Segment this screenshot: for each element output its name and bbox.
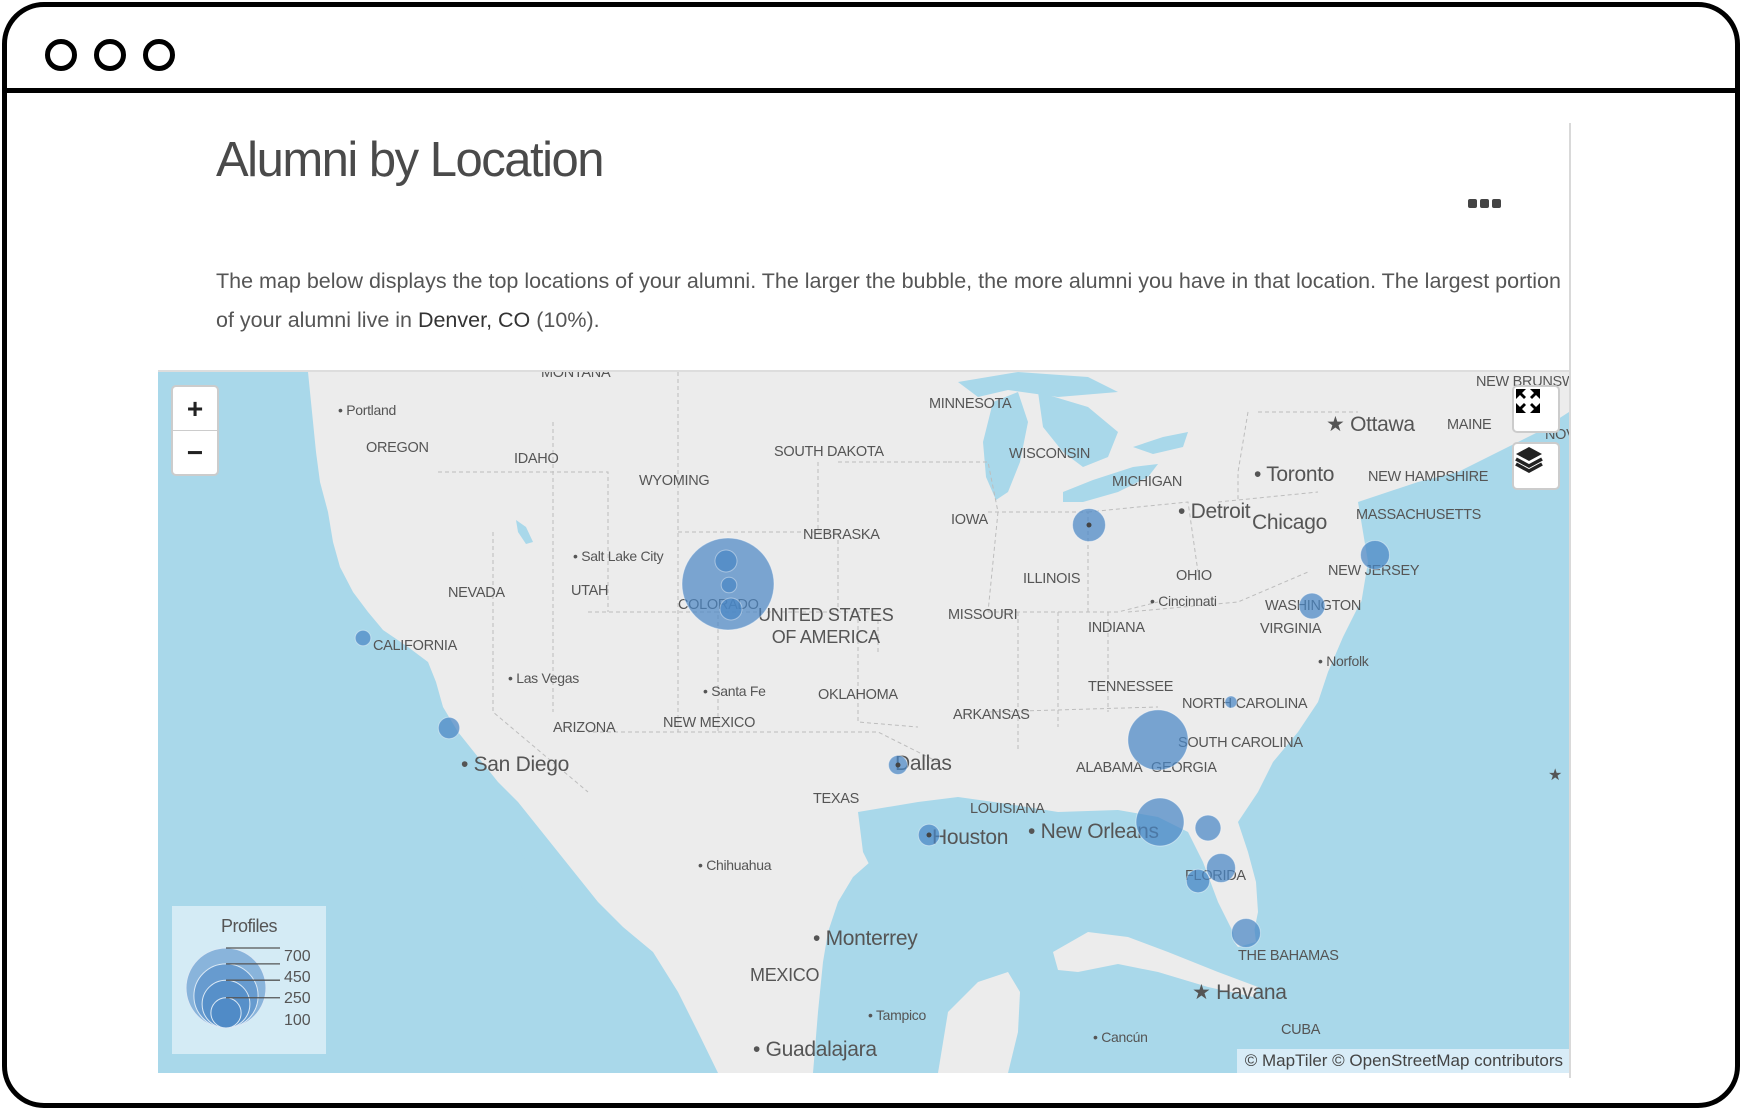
- zoom-control: + −: [171, 385, 219, 476]
- location-bubble[interactable]: [1206, 853, 1236, 883]
- city-dot: [895, 762, 901, 768]
- location-bubble[interactable]: [1298, 592, 1326, 620]
- map-attribution[interactable]: © MapTiler © OpenStreetMap contributors: [1236, 1049, 1569, 1073]
- legend-label: 250: [284, 990, 311, 1007]
- location-bubble[interactable]: [354, 629, 372, 647]
- location-bubble[interactable]: [1360, 540, 1390, 570]
- city-dot: [1086, 522, 1092, 528]
- location-bubble[interactable]: [720, 576, 738, 594]
- legend-circle: [210, 997, 242, 1029]
- location-bubble[interactable]: [1185, 868, 1211, 894]
- location-bubble[interactable]: [719, 597, 743, 621]
- location-bubble[interactable]: [1194, 814, 1222, 842]
- more-dot-icon: [1468, 199, 1477, 208]
- page-title: Alumni by Location: [216, 133, 605, 187]
- legend-label: 700: [284, 948, 311, 965]
- window-dot-3[interactable]: [143, 39, 175, 71]
- content-divider: [1569, 123, 1571, 1078]
- location-bubble[interactable]: [714, 549, 738, 573]
- location-bubble[interactable]: [1224, 695, 1238, 709]
- window-dot-1[interactable]: [45, 39, 77, 71]
- city-dot: [926, 832, 932, 838]
- zoom-in-button[interactable]: +: [173, 387, 217, 430]
- fullscreen-button[interactable]: [1512, 385, 1560, 433]
- top-location-percent: (10%).: [530, 308, 600, 332]
- location-bubble[interactable]: [1231, 918, 1261, 948]
- location-bubble[interactable]: [1135, 797, 1185, 847]
- location-bubble[interactable]: [437, 716, 461, 740]
- window-dot-2[interactable]: [94, 39, 126, 71]
- top-location: Denver, CO: [417, 308, 531, 332]
- more-dot-icon: [1480, 199, 1489, 208]
- layers-button[interactable]: [1512, 442, 1560, 490]
- layers-icon: [1515, 447, 1543, 473]
- zoom-out-button[interactable]: −: [173, 430, 217, 474]
- more-options-button[interactable]: [1468, 199, 1501, 208]
- description: The map below displays the top locations…: [216, 262, 1566, 340]
- title-bar: [7, 7, 1735, 93]
- legend-label: 450: [284, 969, 311, 986]
- fullscreen-icon: [1516, 389, 1540, 413]
- size-legend: Profiles 700 450 250 100: [172, 906, 326, 1054]
- location-bubble[interactable]: [1127, 709, 1189, 771]
- alumni-map[interactable]: MONTANA • Portland OREGON IDAHO WYOMING …: [158, 370, 1569, 1073]
- bubble-layer: [354, 508, 1390, 948]
- legend-label: 100: [284, 1012, 311, 1029]
- more-dot-icon: [1492, 199, 1501, 208]
